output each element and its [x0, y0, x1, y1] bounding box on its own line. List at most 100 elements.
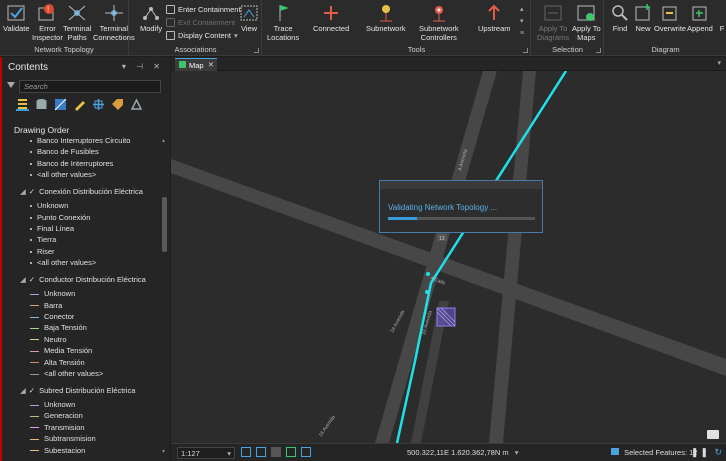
- snapping-icon[interactable]: [241, 447, 251, 457]
- line-symbol-icon: [30, 415, 39, 417]
- tree-item-label: <all other values>: [44, 369, 104, 378]
- refresh-icon[interactable]: ↻: [714, 447, 722, 458]
- tab-map[interactable]: Map ✕: [175, 58, 217, 71]
- list-by-selection-icon[interactable]: [54, 98, 67, 111]
- find-button[interactable]: Find: [609, 3, 631, 34]
- upstream-button[interactable]: Upstream: [478, 3, 511, 34]
- constraints-icon[interactable]: [286, 447, 296, 457]
- road-a-avenida-upper: [375, 71, 497, 443]
- tree-item-label: Banco de Fusibles: [37, 147, 99, 157]
- view-button[interactable]: View: [238, 3, 260, 34]
- list-by-drawing-order-icon[interactable]: [16, 98, 29, 111]
- tree-item-label: Media Tensión: [44, 346, 93, 356]
- overwrite-button[interactable]: Overwrite: [654, 3, 686, 34]
- terminal-connections-button[interactable]: Terminal Connections: [93, 3, 135, 42]
- legend-item[interactable]: Subtransmision: [30, 434, 96, 443]
- legend-item[interactable]: Riser: [30, 247, 55, 256]
- legend-item[interactable]: Neutro: [30, 335, 67, 344]
- list-by-source-icon[interactable]: [35, 98, 48, 111]
- scale-dropdown[interactable]: 1:127 ▾: [177, 447, 235, 459]
- legend-item[interactable]: <all other values>: [30, 258, 96, 267]
- exit-containment-button[interactable]: Exit Containment: [166, 18, 235, 27]
- legend-item[interactable]: Tierra: [30, 235, 56, 244]
- map-icon: [179, 61, 186, 68]
- list-by-editing-icon[interactable]: [73, 98, 86, 111]
- gallery-scroll[interactable]: ▴ ▾ ≡: [520, 4, 528, 40]
- display-content-button[interactable]: Display Content ▾: [166, 31, 238, 40]
- contents-title: Contents: [8, 62, 49, 73]
- tree-item-label: Generacion: [44, 411, 83, 421]
- list-by-snapping-icon[interactable]: [92, 98, 105, 111]
- filter-icon[interactable]: [7, 82, 15, 88]
- table-icon[interactable]: [271, 447, 281, 457]
- map-tabbar: Map ✕ ▾: [171, 57, 726, 71]
- chevron-down-icon[interactable]: ▾: [515, 448, 519, 457]
- new-button[interactable]: New: [632, 3, 654, 34]
- list-by-labeling-icon[interactable]: [111, 98, 124, 111]
- checkbox-checked-icon[interactable]: ✓: [29, 386, 35, 395]
- enter-containment-button[interactable]: Enter Containment: [166, 5, 241, 14]
- search-input[interactable]: [19, 80, 161, 93]
- contents-scrollbar[interactable]: ▴ ▾: [162, 137, 167, 455]
- trace-locations-button[interactable]: Trace Locations: [267, 3, 299, 42]
- selected-features-count[interactable]: Selected Features: 12: [611, 448, 697, 457]
- ribbon: Validate ! Error Inspector Terminal Path…: [0, 0, 726, 56]
- layer-item[interactable]: ◢ ✓ Subred Distribución Eléctrica: [20, 386, 135, 395]
- line-symbol-icon: [30, 293, 39, 295]
- legend-item[interactable]: Punto Conexión: [30, 213, 90, 222]
- legend-item[interactable]: Banco de Fusibles: [30, 147, 99, 156]
- chat-icon[interactable]: [707, 430, 719, 439]
- legend-item[interactable]: Generacion: [30, 411, 83, 420]
- svg-text:!: !: [47, 5, 49, 14]
- checkbox-checked-icon[interactable]: ✓: [29, 275, 35, 284]
- connected-button[interactable]: Connected: [313, 3, 349, 34]
- legend-item[interactable]: Unknown: [30, 201, 68, 210]
- legend-item[interactable]: Alta Tensión: [30, 358, 85, 367]
- legend-item[interactable]: Transmision: [30, 423, 85, 432]
- pane-controls[interactable]: ▾ ⊣ ✕: [122, 62, 164, 71]
- apply-to-maps-button[interactable]: Apply To Maps: [572, 3, 601, 42]
- scroll-thumb[interactable]: [162, 197, 167, 252]
- layer-item[interactable]: ◢ ✓ Conexión Distribución Eléctrica: [20, 187, 143, 196]
- expand-icon[interactable]: ◢: [20, 275, 26, 284]
- grid-icon[interactable]: [256, 447, 266, 457]
- legend-item[interactable]: Subestacion: [30, 446, 85, 455]
- append-button[interactable]: Append: [687, 3, 713, 34]
- legend-item[interactable]: <all other values>: [30, 369, 103, 378]
- map-view[interactable]: 13 A Avenida 4 Calle 16 Avenida 16 Aveni…: [171, 71, 726, 443]
- legend-item[interactable]: Baja Tensión: [30, 323, 87, 332]
- coordinate-readout: 500.322,11E 1.620.362,78N m ▾: [407, 448, 519, 457]
- expand-icon[interactable]: ◢: [20, 187, 26, 196]
- error-inspector-button[interactable]: ! Error Inspector: [32, 3, 63, 42]
- close-icon[interactable]: ✕: [208, 60, 214, 69]
- point-symbol-icon: [30, 216, 32, 219]
- legend-item[interactable]: Conector: [30, 312, 74, 321]
- scroll-down-icon[interactable]: ▾: [162, 448, 165, 455]
- subnetwork-controllers-button[interactable]: Subnetwork Controllers: [419, 3, 459, 42]
- legend-item[interactable]: Final Línea: [30, 224, 74, 233]
- legend-item[interactable]: Unknown: [30, 400, 75, 409]
- legend-item[interactable]: Banco Interruptores Circuito: [30, 137, 130, 145]
- modify-button[interactable]: Modify: [140, 3, 162, 34]
- validate-button[interactable]: Validate: [3, 3, 30, 34]
- scroll-up-icon[interactable]: ▴: [162, 137, 165, 144]
- tab-menu-icon[interactable]: ▾: [717, 59, 721, 67]
- corrections-icon[interactable]: [301, 447, 311, 457]
- list-by-perspective-icon[interactable]: [130, 98, 143, 111]
- pause-drawing-icon[interactable]: ❚❚: [691, 447, 710, 458]
- checkbox-checked-icon[interactable]: ✓: [29, 187, 35, 196]
- terminal-paths-button[interactable]: Terminal Paths: [63, 3, 91, 42]
- f-button[interactable]: F: [718, 3, 726, 34]
- legend-item[interactable]: Media Tensión: [30, 346, 92, 355]
- legend-item[interactable]: Barra: [30, 301, 62, 310]
- layer-item[interactable]: ◢ ✓ Conductor Distribución Eléctrica: [20, 275, 146, 284]
- line-symbol-icon: [30, 427, 39, 429]
- legend-item[interactable]: <all other values>: [30, 170, 96, 179]
- legend-item[interactable]: Unknown: [30, 289, 75, 298]
- subnetwork-button[interactable]: Subnetwork: [366, 3, 406, 34]
- legend-item[interactable]: Banco de Interruptores: [30, 159, 113, 168]
- apply-to-diagrams-button[interactable]: Apply To Diagrams: [537, 3, 569, 42]
- junction-point[interactable]: [426, 272, 430, 276]
- expand-icon[interactable]: ◢: [20, 386, 26, 395]
- junction-point[interactable]: [425, 290, 429, 294]
